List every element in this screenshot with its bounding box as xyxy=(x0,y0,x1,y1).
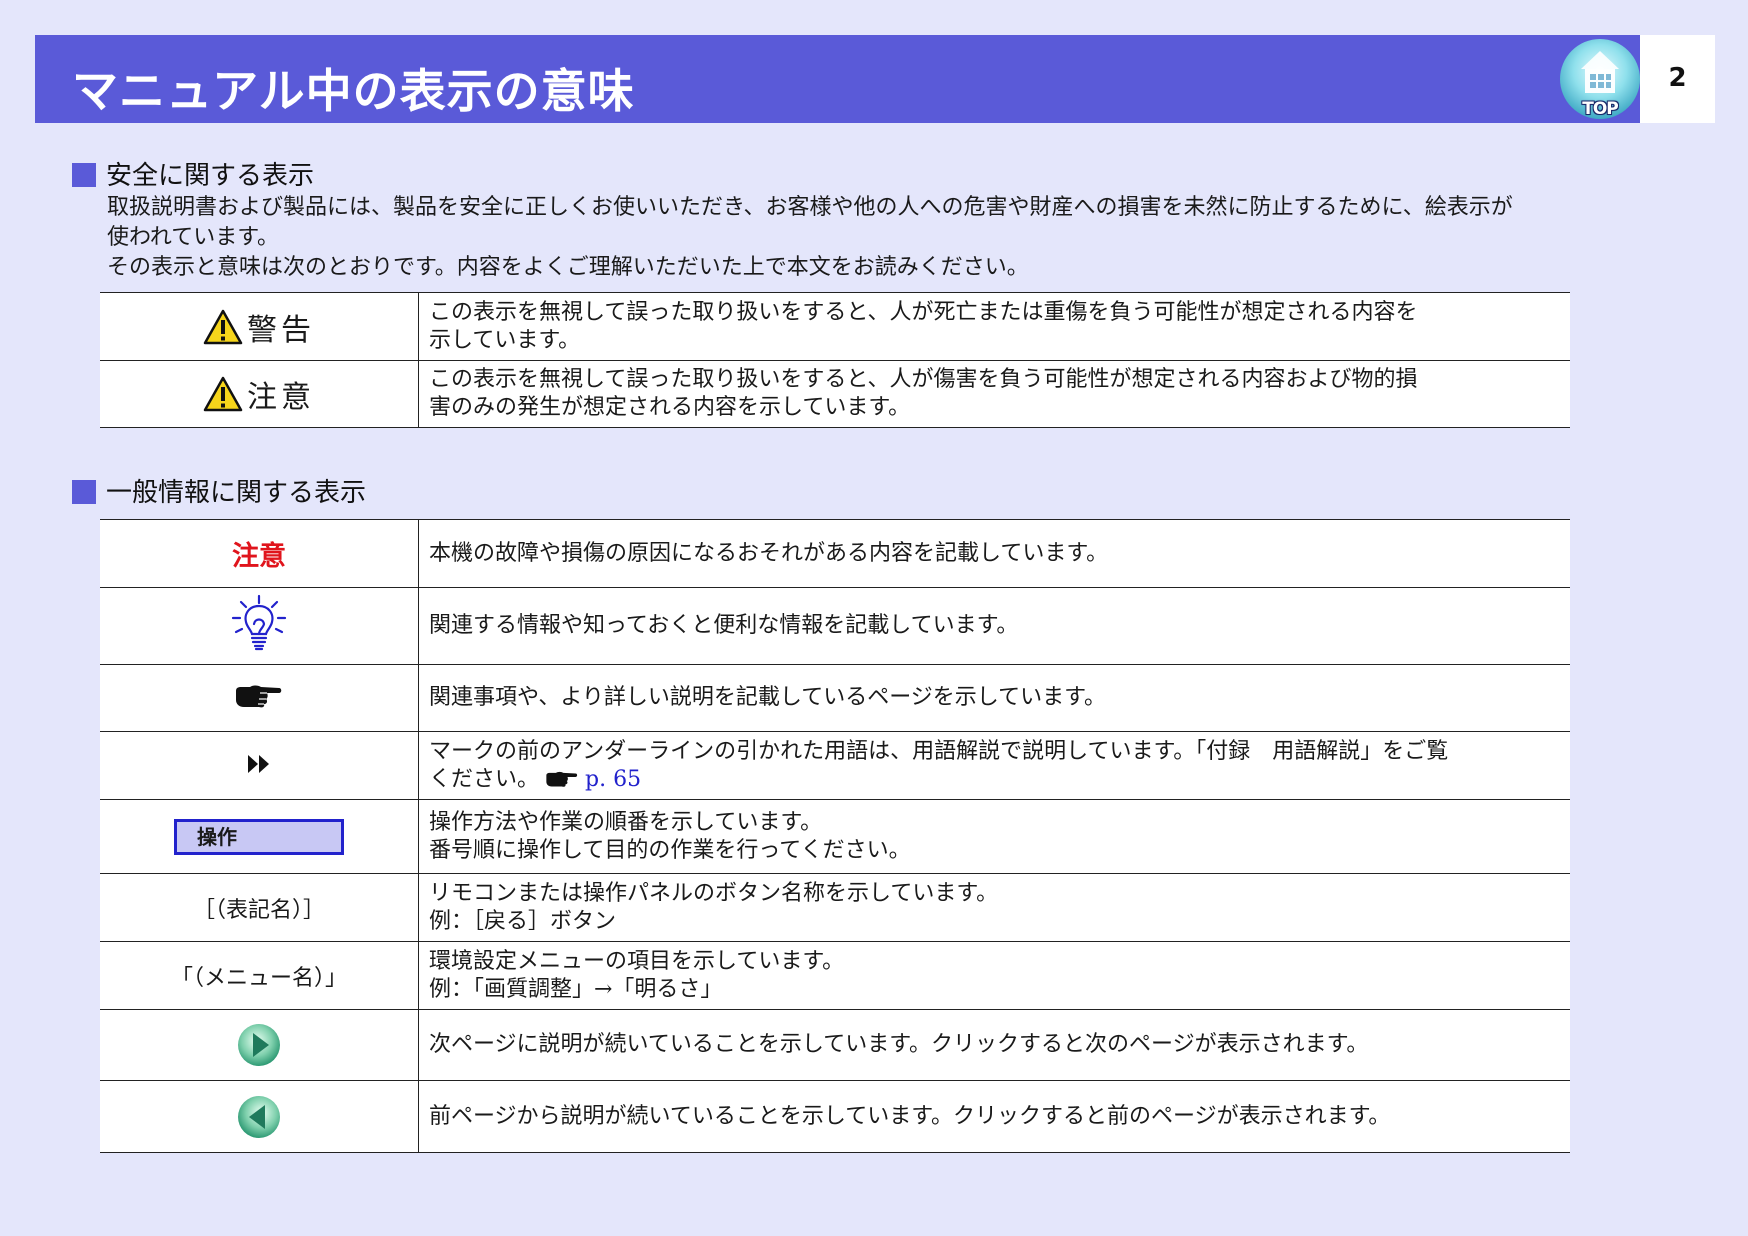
description-cell: 操作方法や作業の順番を示しています。 番号順に操作して目的の作業を行ってください… xyxy=(418,799,1570,874)
table-row: マークの前のアンダーラインの引かれた用語は、用語解説で説明しています。「付録 用… xyxy=(100,731,1570,800)
description-cell: 本機の故障や損傷の原因になるおそれがある内容を記載しています。 xyxy=(418,519,1570,588)
table-row: ［（表記名）］ リモコンまたは操作パネルのボタン名称を示しています。 例：［戻る… xyxy=(100,873,1570,942)
description-line: 示しています。 xyxy=(429,327,581,353)
section-heading-general: 一般情報に関する表示 xyxy=(72,472,366,508)
description-line: 例：「画質調整」→「明るさ」 xyxy=(429,976,723,1002)
symbol-cell xyxy=(100,1080,419,1153)
section-heading-text: 安全に関する表示 xyxy=(106,161,315,191)
description-line: この表示を無視して誤った取り扱いをすると、人が死亡または重傷を負う可能性が想定さ… xyxy=(429,299,1418,325)
caution-symbol: 注意 xyxy=(232,541,286,572)
description-line: 例：［戻る］ボタン xyxy=(429,908,617,934)
description-cell: この表示を無視して誤った取り扱いをすると、人が死亡または重傷を負う可能性が想定さ… xyxy=(418,292,1570,361)
description-line: 次ページに説明が続いていることを示しています。クリックすると次のページが表示され… xyxy=(429,1032,1369,1057)
description-line: 本機の故障や損傷の原因になるおそれがある内容を記載しています。 xyxy=(429,540,1109,566)
top-button-label: TOP xyxy=(1582,99,1619,119)
square-bullet-icon xyxy=(72,163,96,187)
page-link[interactable]: p. 65 xyxy=(585,767,641,792)
safety-table: 警告 この表示を無視して誤った取り扱いをすると、人が死亡または重傷を負う可能性が… xyxy=(100,292,1570,428)
description-line: 環境設定メニューの項目を示しています。 xyxy=(429,948,845,974)
table-row: 関連する情報や知っておくと便利な情報を記載しています。 xyxy=(100,587,1570,665)
description-line: 関連する情報や知っておくと便利な情報を記載しています。 xyxy=(429,613,1019,638)
description-line: 操作方法や作業の順番を示しています。 xyxy=(429,809,823,835)
intro-line: 取扱説明書および製品には、製品を安全に正しくお使いいただき、お客様や他の人への危… xyxy=(107,195,1513,220)
description-line: この表示を無視して誤った取り扱いをすると、人が傷害を負う可能性が想定される内容お… xyxy=(429,367,1418,392)
intro-line: その表示と意味は次のとおりです。内容をよくご理解いただいた上で本文をお読みくださ… xyxy=(107,255,1029,280)
symbol-cell: 「（メニュー名）」 xyxy=(100,941,419,1010)
header-bar: マニュアル中の表示の意味 xyxy=(35,35,1640,123)
symbol-cell xyxy=(100,731,419,800)
description-line: 関連事項や、より詳しい説明を記載しているページを示しています。 xyxy=(429,685,1106,710)
description-text: ください。 xyxy=(429,766,540,792)
table-row: 操作 操作方法や作業の順番を示しています。 番号順に操作して目的の作業を行ってく… xyxy=(100,799,1570,874)
table-row: 次ページに説明が続いていることを示しています。クリックすると次のページが表示され… xyxy=(100,1009,1570,1081)
button-name-symbol: ［（表記名）］ xyxy=(192,897,325,923)
page-number-box: 2 xyxy=(1640,35,1715,123)
description-line: 番号順に操作して目的の作業を行ってください。 xyxy=(429,837,911,863)
section-heading-safety: 安全に関する表示 xyxy=(72,155,314,191)
description-cell: この表示を無視して誤った取り扱いをすると、人が傷害を負う可能性が想定される内容お… xyxy=(418,360,1570,428)
operation-label-box: 操作 xyxy=(174,818,344,855)
description-cell: 関連する情報や知っておくと便利な情報を記載しています。 xyxy=(418,587,1570,665)
lightbulb-icon xyxy=(231,594,287,651)
description-line: マークの前のアンダーラインの引かれた用語は、用語解説で説明しています。「付録 用… xyxy=(429,738,1449,764)
symbol-cell xyxy=(100,664,419,732)
warning-triangle-icon xyxy=(203,376,243,412)
symbol-cell: 注意 xyxy=(100,360,419,428)
symbol-cell: 操作 xyxy=(100,799,419,874)
intro-line: 使われています。 xyxy=(107,225,280,250)
safety-intro: 取扱説明書および製品には、製品を安全に正しくお使いいただき、お客様や他の人への危… xyxy=(107,193,1697,283)
pointing-hand-icon xyxy=(546,771,578,787)
description-line: ください。 p. 65 xyxy=(429,766,1560,794)
symbol-cell xyxy=(100,1009,419,1081)
menu-name-symbol: 「（メニュー名）」 xyxy=(170,965,347,991)
description-line: 前ページから説明が続いていることを示しています。クリックすると前のページが表示さ… xyxy=(429,1103,1391,1129)
previous-page-icon[interactable] xyxy=(236,1094,282,1140)
description-cell: マークの前のアンダーラインの引かれた用語は、用語解説で説明しています。「付録 用… xyxy=(418,731,1570,800)
symbol-cell xyxy=(100,587,419,665)
description-cell: 環境設定メニューの項目を示しています。 例：「画質調整」→「明るさ」 xyxy=(418,941,1570,1010)
page-number: 2 xyxy=(1668,63,1687,93)
symbol-cell: ［（表記名）］ xyxy=(100,873,419,942)
caution-label: 注意 xyxy=(247,380,315,415)
description-cell: リモコンまたは操作パネルのボタン名称を示しています。 例：［戻る］ボタン xyxy=(418,873,1570,942)
symbol-cell: 注意 xyxy=(100,519,419,588)
symbol-cell: 警告 xyxy=(100,292,419,361)
page-title: マニュアル中の表示の意味 xyxy=(72,64,635,118)
table-row: 警告 この表示を無視して誤った取り扱いをすると、人が死亡または重傷を負う可能性が… xyxy=(100,292,1570,361)
table-row: 注意 本機の故障や損傷の原因になるおそれがある内容を記載しています。 xyxy=(100,519,1570,588)
pointing-hand-icon xyxy=(236,685,282,708)
description-line: リモコンまたは操作パネルのボタン名称を示しています。 xyxy=(429,880,999,906)
section-heading-text: 一般情報に関する表示 xyxy=(106,478,367,508)
table-row: 関連事項や、より詳しい説明を記載しているページを示しています。 xyxy=(100,664,1570,732)
double-arrow-icon xyxy=(248,754,269,773)
table-row: 「（メニュー名）」 環境設定メニューの項目を示しています。 例：「画質調整」→「… xyxy=(100,941,1570,1010)
warning-triangle-icon xyxy=(203,309,243,344)
description-cell: 関連事項や、より詳しい説明を記載しているページを示しています。 xyxy=(418,664,1570,732)
description-cell: 次ページに説明が続いていることを示しています。クリックすると次のページが表示され… xyxy=(418,1009,1570,1081)
next-page-icon[interactable] xyxy=(236,1022,282,1068)
general-table: 注意 本機の故障や損傷の原因になるおそれがある内容を記載しています。 関連する情… xyxy=(100,519,1570,1153)
top-button[interactable]: TOP xyxy=(1557,37,1643,123)
table-row: 注意 この表示を無視して誤った取り扱いをすると、人が傷害を負う可能性が想定される… xyxy=(100,360,1570,428)
description-line: 害のみの発生が想定される内容を示しています。 xyxy=(429,395,911,420)
description-cell: 前ページから説明が続いていることを示しています。クリックすると前のページが表示さ… xyxy=(418,1080,1570,1153)
table-row: 前ページから説明が続いていることを示しています。クリックすると前のページが表示さ… xyxy=(100,1080,1570,1153)
square-bullet-icon xyxy=(72,480,96,504)
warning-label: 警告 xyxy=(247,312,315,348)
